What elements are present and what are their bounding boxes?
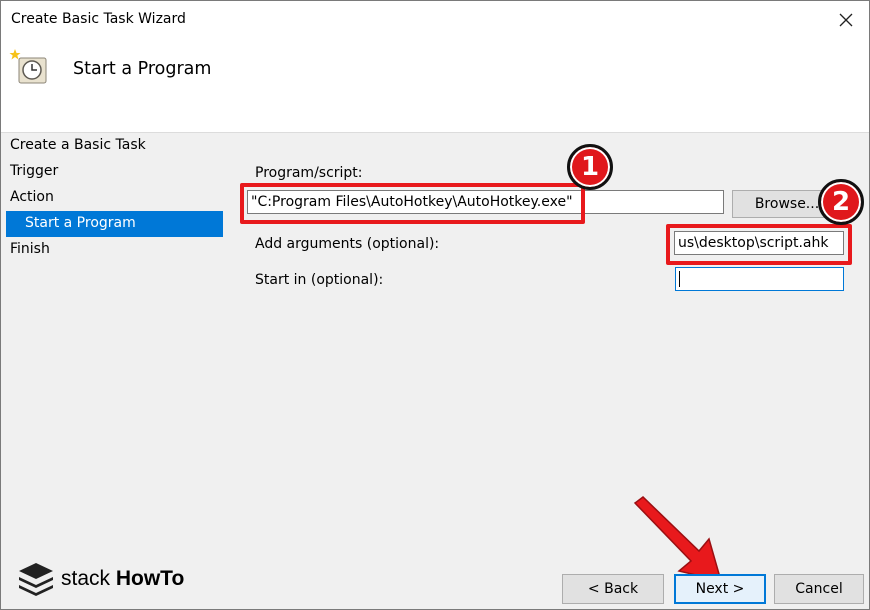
step-trigger: Trigger [10,163,59,179]
annotation-badge-2: 2 [818,179,864,225]
back-button[interactable]: < Back [562,574,664,604]
close-button[interactable] [823,1,869,39]
wizard-window: Create Basic Task Wizard Start a Program… [0,0,870,610]
scheduled-task-clock-icon [9,49,47,84]
step-finish: Finish [10,241,50,257]
cancel-button[interactable]: Cancel [774,574,864,604]
title-bar: Create Basic Task Wizard [1,1,869,39]
close-icon [839,13,853,27]
highlight-box-arguments [666,224,852,265]
stackhowto-logo: stack HowTo [17,561,184,597]
program-script-label: Program/script: [255,165,363,181]
highlight-box-program [240,183,585,224]
start-in-label: Start in (optional): [255,272,384,288]
wizard-header: Start a Program [1,39,869,133]
text-cursor [679,271,680,287]
next-button[interactable]: Next > [674,574,766,604]
start-in-input[interactable] [675,267,844,291]
step-create-basic-task: Create a Basic Task [10,137,146,153]
logo-text: stack HowTo [61,567,184,591]
page-title: Start a Program [73,59,212,79]
logo-suffix: HowTo [115,567,185,590]
stacked-layers-icon [19,563,53,596]
wizard-step-list: Create a Basic Task Trigger Action Start… [1,133,226,263]
logo-prefix: stack [61,567,111,590]
window-title: Create Basic Task Wizard [11,11,186,27]
step-action: Action [10,189,54,205]
step-start-a-program: Start a Program [6,211,223,237]
add-arguments-label: Add arguments (optional): [255,236,440,252]
annotation-badge-1: 1 [567,144,613,190]
